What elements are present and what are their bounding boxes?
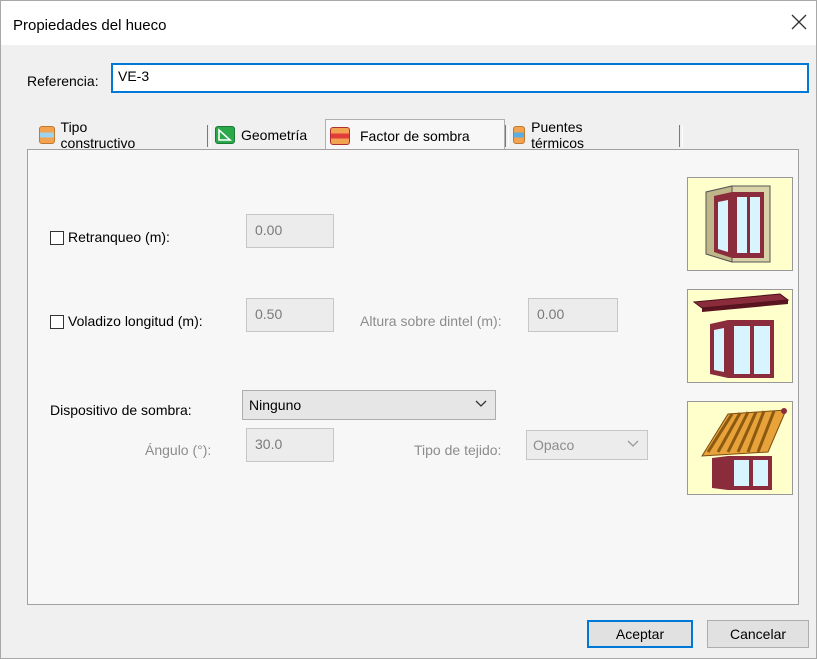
tab-separator (207, 125, 211, 147)
geometry-icon (215, 126, 235, 144)
thermal-bridges-icon (513, 126, 526, 144)
reference-input[interactable]: VE-3 (111, 63, 809, 93)
cancel-button[interactable]: Cancelar (707, 620, 809, 648)
tab-label: Factor de sombra (360, 127, 470, 144)
tab-geometria[interactable]: Geometría (215, 121, 307, 149)
retranqueo-checkbox[interactable] (50, 231, 64, 245)
retranqueo-preview-image (687, 177, 793, 271)
properties-dialog: Propiedades del hueco Referencia: VE-3 T… (0, 0, 817, 659)
dispositivo-select[interactable]: Ninguno (242, 390, 496, 420)
tab-factor-sombra[interactable]: Factor de sombra (325, 119, 505, 151)
tab-separator (505, 125, 509, 147)
voladizo-field[interactable]: 0.50 (246, 298, 334, 332)
tab-label: Puentes térmicos (531, 119, 585, 151)
reference-label: Referencia: (27, 73, 99, 89)
chevron-down-icon (475, 400, 487, 407)
retranqueo-field[interactable]: 0.00 (246, 214, 334, 248)
awning-preview-image (687, 401, 793, 495)
voladizo-checkbox[interactable] (50, 315, 64, 329)
close-icon[interactable] (790, 13, 808, 31)
angulo-field[interactable]: 30.0 (246, 428, 334, 462)
construction-type-icon (39, 126, 55, 144)
dispositivo-label: Dispositivo de sombra: (50, 402, 192, 418)
window-title: Propiedades del hueco (13, 17, 167, 34)
altura-label: Altura sobre dintel (m): (360, 313, 502, 329)
chevron-down-icon (627, 440, 639, 447)
tab-panel: Retranqueo (m): 0.00 Voladizo longitud (… (27, 149, 799, 605)
tab-label: Geometría (241, 127, 308, 143)
tab-puentes-termicos[interactable]: Puentes térmicos (513, 119, 592, 151)
accept-button[interactable]: Aceptar (587, 620, 693, 648)
altura-field[interactable]: 0.00 (528, 298, 618, 332)
tejido-value: Opaco (533, 437, 575, 453)
dispositivo-value: Ninguno (249, 397, 302, 413)
angulo-label: Ángulo (°): (145, 442, 212, 458)
voladizo-preview-image (687, 289, 793, 383)
tejido-label: Tipo de tejido: (414, 442, 502, 458)
shade-factor-icon (330, 126, 350, 145)
title-bar: Propiedades del hueco (1, 1, 816, 45)
tab-tipo-constructivo[interactable]: Tipo constructivo (39, 119, 140, 151)
tab-separator (679, 125, 683, 147)
retranqueo-label: Retranqueo (m): (68, 229, 170, 245)
tejido-select[interactable]: Opaco (526, 430, 648, 460)
tab-label: Tipo constructivo (60, 119, 136, 151)
voladizo-label: Voladizo longitud (m): (68, 313, 203, 329)
